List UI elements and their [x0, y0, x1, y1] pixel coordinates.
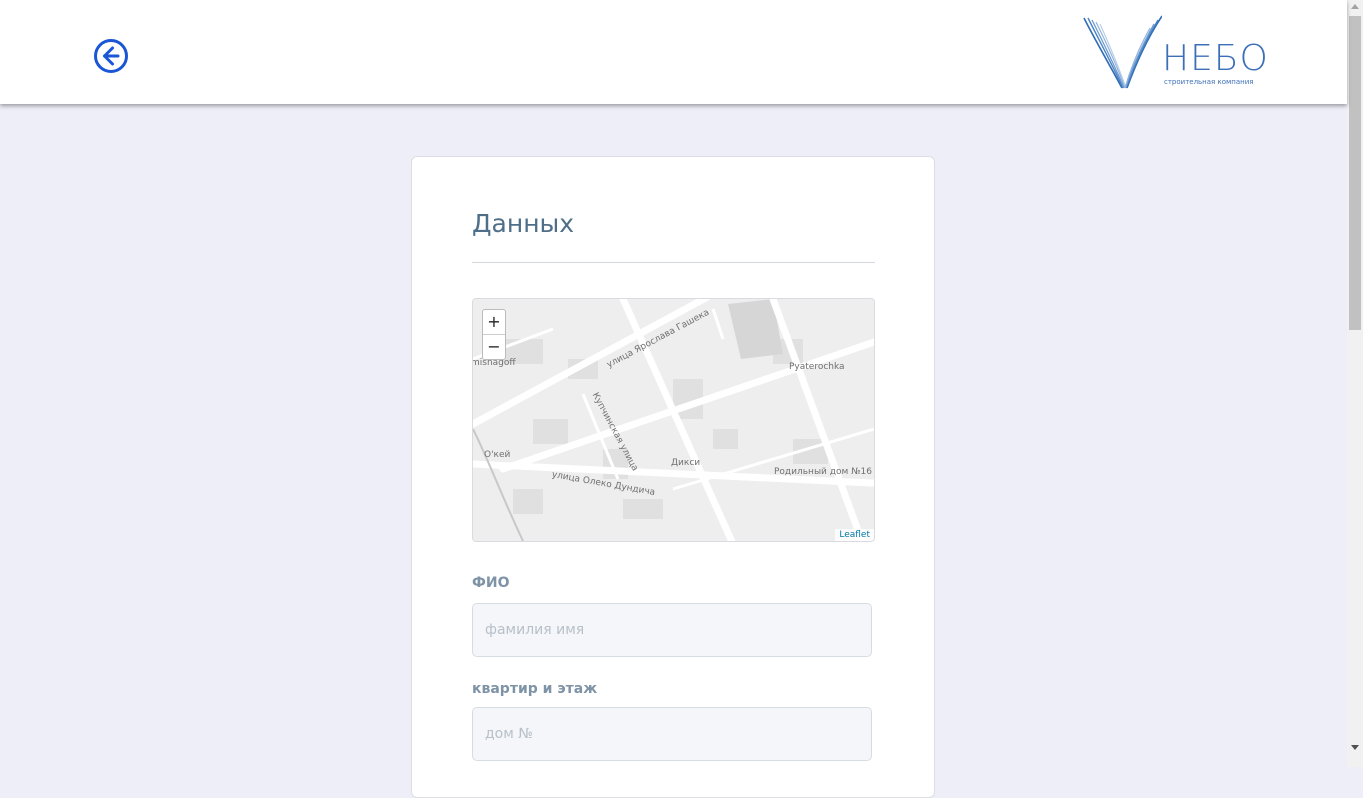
zoom-in-button[interactable]: +	[483, 310, 505, 335]
zoom-control: + −	[482, 309, 506, 360]
header: НЕБО строительная компания	[0, 0, 1347, 104]
zoom-out-button[interactable]: −	[483, 335, 505, 359]
form-title: Данных	[472, 209, 575, 238]
nebo-logo[interactable]: НЕБО строительная компания	[1082, 14, 1268, 92]
scrollbar-thumb[interactable]	[1349, 16, 1361, 330]
full-name-label: ФИО	[472, 575, 510, 591]
house-number-input[interactable]	[472, 707, 872, 761]
scroll-up-icon[interactable]	[1351, 4, 1359, 9]
logo-text: НЕБО	[1162, 38, 1269, 79]
vertical-scrollbar[interactable]	[1347, 0, 1363, 767]
scroll-down-icon[interactable]	[1351, 745, 1359, 750]
apartment-floor-label: квартир и этаж	[472, 681, 598, 697]
map-place-label: Pyaterochka	[789, 362, 845, 372]
full-name-input[interactable]	[472, 603, 872, 657]
map-place-label: Родильный дом №16	[774, 467, 872, 477]
wing-logo-icon	[1083, 15, 1163, 89]
leaflet-attribution-link[interactable]: Leaflet	[835, 529, 874, 541]
map-place-label: О'кей	[484, 450, 511, 460]
logo-subtitle: строительная компания	[1164, 78, 1254, 86]
title-divider	[472, 262, 875, 263]
back-arrow-icon[interactable]	[93, 38, 129, 74]
data-form-card: Данных улица Ярослава Гашека Купчинская …	[411, 156, 935, 798]
map-place-label: Дикси	[671, 458, 701, 468]
map[interactable]: улица Ярослава Гашека Купчинская улица у…	[472, 298, 875, 542]
